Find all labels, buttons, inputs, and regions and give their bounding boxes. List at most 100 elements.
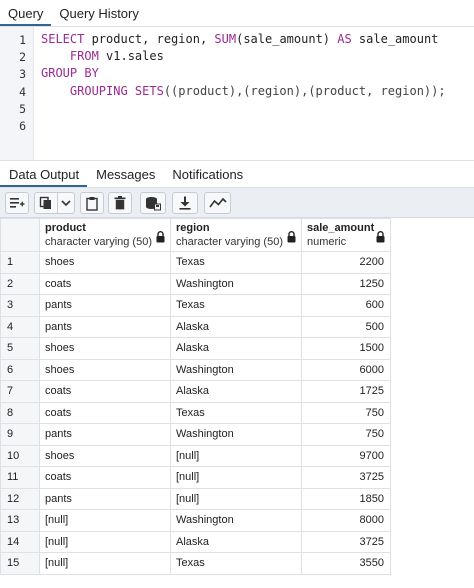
tab-query-history[interactable]: Query History — [51, 0, 146, 26]
sale-amount-cell[interactable]: 8000 — [301, 509, 391, 532]
product-cell[interactable]: pants — [39, 487, 171, 510]
graph-visualiser-button[interactable] — [204, 192, 231, 214]
tab-query[interactable]: Query — [0, 0, 52, 26]
product-cell[interactable]: shoes — [39, 337, 171, 360]
row-number-cell[interactable]: 10 — [0, 444, 40, 467]
add-row-button[interactable] — [5, 192, 29, 214]
line-number: 5 — [19, 101, 26, 116]
table-row[interactable]: 8 coats Texas 750 — [0, 401, 391, 424]
region-cell[interactable]: [null] — [170, 487, 302, 510]
save-data-button[interactable] — [140, 192, 166, 214]
table-row[interactable]: 13 [null] Washington 8000 — [0, 509, 391, 532]
table-row[interactable]: 2 coats Washington 1250 — [0, 272, 391, 295]
sale-amount-cell[interactable]: 600 — [301, 294, 391, 317]
product-cell[interactable]: shoes — [39, 444, 171, 467]
row-number-header[interactable] — [0, 218, 40, 252]
line-number: 3 — [19, 67, 26, 82]
product-cell[interactable]: [null] — [39, 509, 171, 532]
row-number-cell[interactable]: 7 — [0, 380, 40, 403]
download-button[interactable] — [172, 192, 198, 214]
row-number-cell[interactable]: 9 — [0, 423, 40, 446]
table-row[interactable]: 3 pants Texas 600 — [0, 294, 391, 317]
tab-data-output[interactable]: Data Output — [0, 161, 88, 187]
row-number-cell[interactable]: 2 — [0, 272, 40, 295]
row-number-cell[interactable]: 5 — [0, 337, 40, 360]
row-number-cell[interactable]: 3 — [0, 294, 40, 317]
table-row[interactable]: 12 pants [null] 1850 — [0, 487, 391, 510]
sale-amount-cell[interactable]: 750 — [301, 401, 391, 424]
row-number-cell[interactable]: 1 — [0, 251, 40, 274]
product-cell[interactable]: pants — [39, 423, 171, 446]
table-row[interactable]: 1 shoes Texas 2200 — [0, 251, 391, 274]
paste-button[interactable] — [80, 192, 104, 214]
sale-amount-cell[interactable]: 1250 — [301, 272, 391, 295]
column-header-sale-amount[interactable]: sale_amount numeric — [301, 218, 391, 252]
product-cell[interactable]: coats — [39, 466, 171, 489]
line-number-gutter: 1 2 3 4 5 6 — [0, 27, 34, 160]
region-cell[interactable]: Alaska — [170, 530, 302, 553]
row-number-cell[interactable]: 4 — [0, 315, 40, 338]
table-row[interactable]: 10 shoes [null] 9700 — [0, 444, 391, 467]
row-number-cell[interactable]: 13 — [0, 509, 40, 532]
product-cell[interactable]: coats — [39, 272, 171, 295]
region-cell[interactable]: Washington — [170, 509, 302, 532]
row-number-cell[interactable]: 11 — [0, 466, 40, 489]
sale-amount-cell[interactable]: 3725 — [301, 466, 391, 489]
product-cell[interactable]: coats — [39, 380, 171, 403]
product-cell[interactable]: [null] — [39, 552, 171, 575]
tab-messages[interactable]: Messages — [87, 161, 163, 187]
region-cell[interactable]: Texas — [170, 294, 302, 317]
row-number-cell[interactable]: 14 — [0, 530, 40, 553]
table-row[interactable]: 15 [null] Texas 3550 — [0, 552, 391, 575]
region-cell[interactable]: Washington — [170, 272, 302, 295]
sale-amount-cell[interactable]: 3725 — [301, 530, 391, 553]
sale-amount-cell[interactable]: 9700 — [301, 444, 391, 467]
row-number-cell[interactable]: 8 — [0, 401, 40, 424]
column-type: character varying (50) — [45, 236, 152, 248]
table-row[interactable]: 7 coats Alaska 1725 — [0, 380, 391, 403]
table-row[interactable]: 11 coats [null] 3725 — [0, 466, 391, 489]
product-cell[interactable]: [null] — [39, 530, 171, 553]
row-number-cell[interactable]: 15 — [0, 552, 40, 575]
region-cell[interactable]: Texas — [170, 251, 302, 274]
sale-amount-cell[interactable]: 1850 — [301, 487, 391, 510]
table-row[interactable]: 9 pants Washington 750 — [0, 423, 391, 446]
table-row[interactable]: 4 pants Alaska 500 — [0, 315, 391, 338]
delete-button[interactable] — [108, 192, 132, 214]
region-cell[interactable]: Texas — [170, 401, 302, 424]
table-row[interactable]: 6 shoes Washington 6000 — [0, 358, 391, 381]
sql-editor[interactable]: 1 2 3 4 5 6 SELECT product, region, SUM(sale_… — [0, 27, 474, 160]
sale-amount-cell[interactable]: 3550 — [301, 552, 391, 575]
region-cell[interactable]: [null] — [170, 466, 302, 489]
region-cell[interactable]: Washington — [170, 358, 302, 381]
column-header-product[interactable]: product character varying (50) — [39, 218, 171, 252]
sale-amount-cell[interactable]: 6000 — [301, 358, 391, 381]
add-row-icon — [10, 198, 25, 208]
product-cell[interactable]: shoes — [39, 251, 171, 274]
region-cell[interactable]: [null] — [170, 444, 302, 467]
sale-amount-cell[interactable]: 2200 — [301, 251, 391, 274]
product-cell[interactable]: shoes — [39, 358, 171, 381]
region-cell[interactable]: Washington — [170, 423, 302, 446]
sale-amount-cell[interactable]: 1500 — [301, 337, 391, 360]
copy-options-dropdown[interactable] — [57, 192, 75, 214]
copy-button[interactable] — [34, 192, 58, 214]
region-cell[interactable]: Texas — [170, 552, 302, 575]
region-cell[interactable]: Alaska — [170, 315, 302, 338]
table-row[interactable]: 14 [null] Alaska 3725 — [0, 530, 391, 553]
region-cell[interactable]: Alaska — [170, 337, 302, 360]
product-cell[interactable]: pants — [39, 294, 171, 317]
sale-amount-cell[interactable]: 1725 — [301, 380, 391, 403]
tab-notifications[interactable]: Notifications — [163, 161, 251, 187]
sale-amount-cell[interactable]: 750 — [301, 423, 391, 446]
sql-token: product, region, — [84, 32, 215, 46]
row-number-cell[interactable]: 6 — [0, 358, 40, 381]
row-number-cell[interactable]: 12 — [0, 487, 40, 510]
sale-amount-cell[interactable]: 500 — [301, 315, 391, 338]
region-cell[interactable]: Alaska — [170, 380, 302, 403]
delete-icon — [114, 196, 126, 210]
product-cell[interactable]: coats — [39, 401, 171, 424]
column-header-region[interactable]: region character varying (50) — [170, 218, 302, 252]
table-row[interactable]: 5 shoes Alaska 1500 — [0, 337, 391, 360]
product-cell[interactable]: pants — [39, 315, 171, 338]
